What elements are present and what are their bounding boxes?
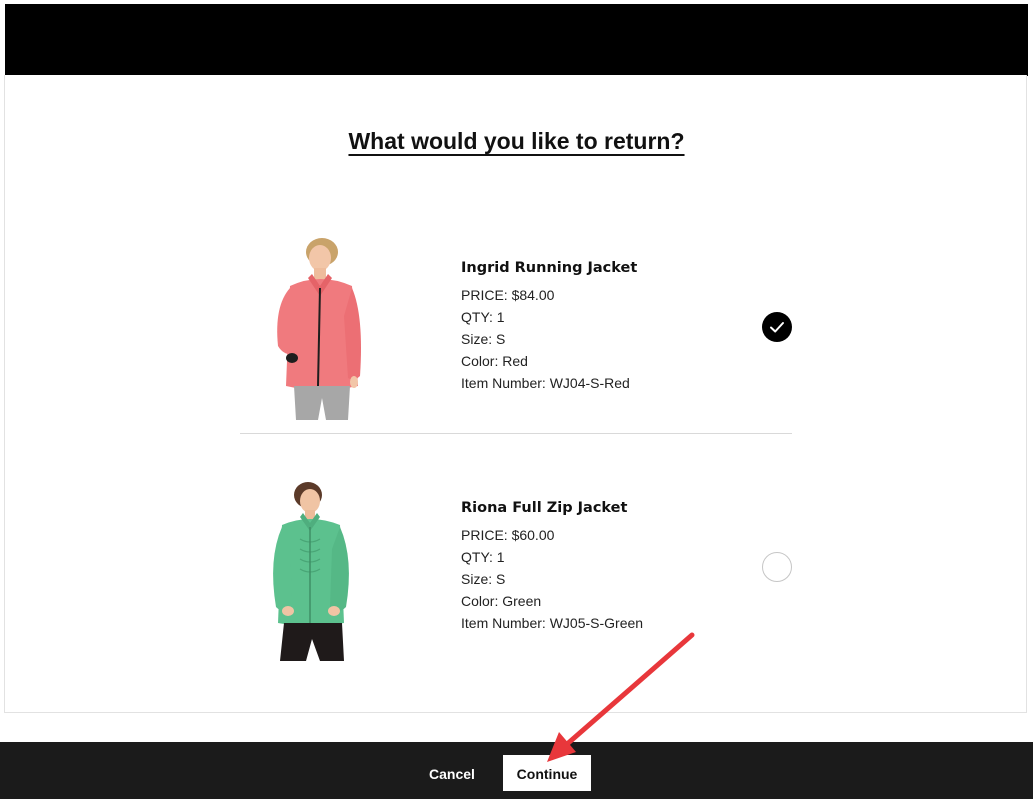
item-color: Color: Red — [461, 353, 528, 369]
product-image-riona-full-zip-jacket — [273, 482, 349, 661]
item-qty: QTY: 1 — [461, 549, 505, 565]
item-color: Color: Green — [461, 593, 542, 609]
item-details: Riona Full Zip Jacket PRICE: $60.00 QTY:… — [461, 498, 643, 634]
select-item-checkbox-unchecked[interactable] — [762, 552, 792, 582]
item-number: Item Number: WJ04-S-Red — [461, 375, 630, 391]
item-name: Ingrid Running Jacket — [461, 260, 638, 276]
cancel-button[interactable]: Cancel — [418, 762, 486, 784]
item-qty: QTY: 1 — [461, 309, 505, 325]
item-price: PRICE: $84.00 — [461, 287, 555, 303]
header-bar — [5, 4, 1028, 76]
return-item: Ingrid Running Jacket PRICE: $84.00 QTY:… — [240, 230, 792, 434]
checkmark-icon — [770, 322, 784, 333]
product-image-ingrid-running-jacket — [277, 238, 361, 420]
return-item: Riona Full Zip Jacket PRICE: $60.00 QTY:… — [240, 473, 792, 663]
page-title: What would you like to return? — [348, 128, 685, 154]
continue-button[interactable]: Continue — [503, 755, 591, 791]
select-item-checkbox-checked[interactable] — [762, 312, 792, 342]
item-details: Ingrid Running Jacket PRICE: $84.00 QTY:… — [461, 258, 637, 394]
item-number: Item Number: WJ05-S-Green — [461, 615, 644, 631]
item-size: Size: S — [461, 571, 506, 587]
footer-bar: Cancel Continue — [0, 742, 1033, 799]
item-price: PRICE: $60.00 — [461, 527, 555, 543]
item-name: Riona Full Zip Jacket — [461, 500, 628, 516]
item-size: Size: S — [461, 331, 506, 347]
